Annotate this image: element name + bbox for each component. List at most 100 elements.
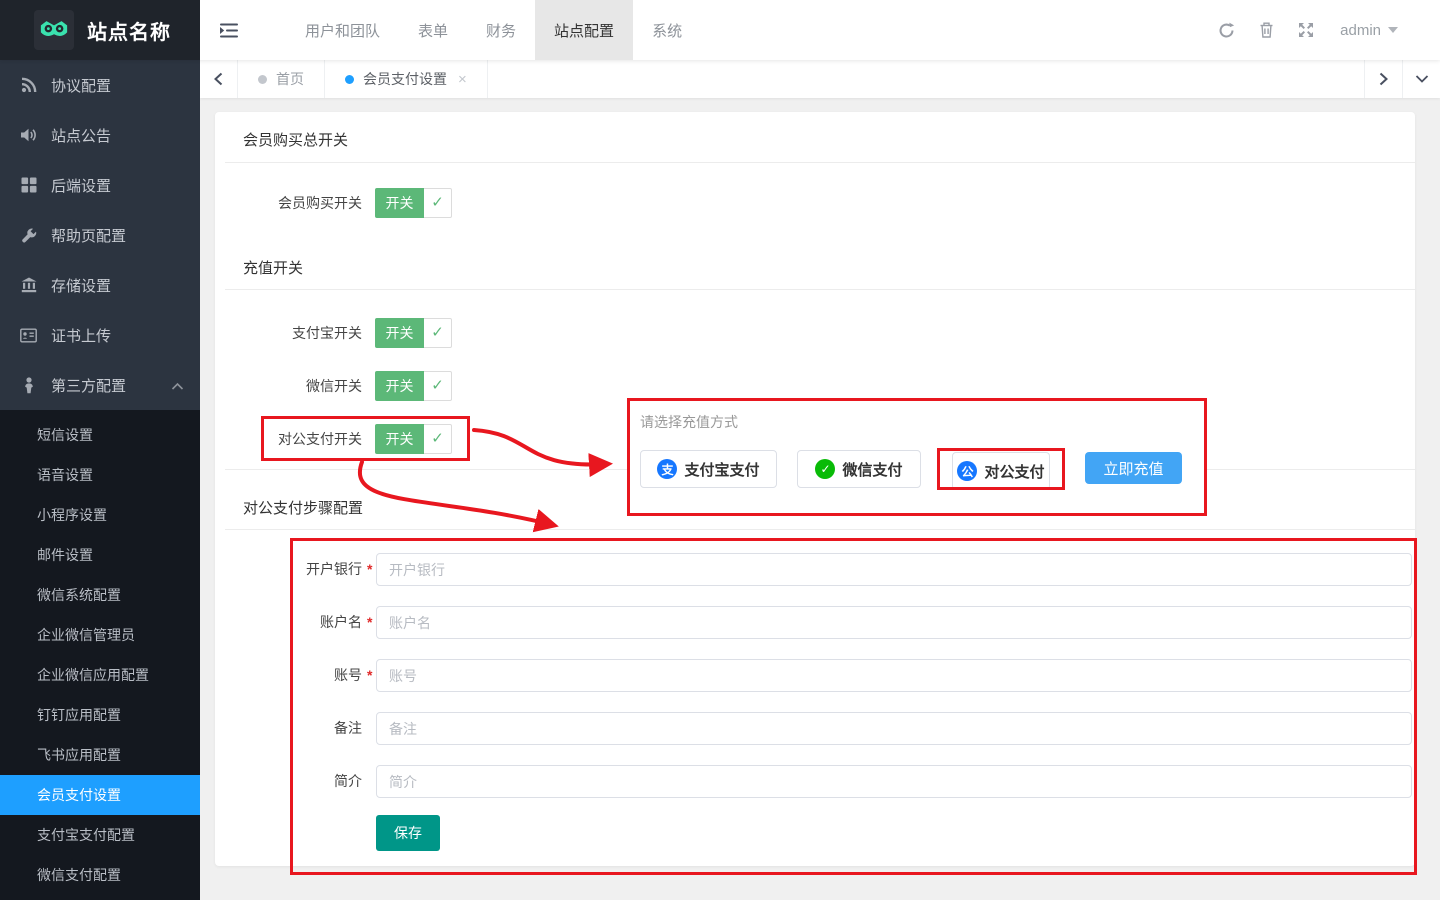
corporate-pay-icon: 公	[957, 461, 977, 481]
field-label: 简介	[215, 765, 362, 798]
sidebar-item-certificate-upload[interactable]: 证书上传	[0, 310, 200, 360]
tab-label: 首页	[276, 69, 304, 89]
submenu-item-wecom-app[interactable]: 企业微信应用配置	[0, 655, 200, 695]
sidebar-item-label: 协议配置	[51, 75, 111, 96]
user-menu[interactable]: admin	[1340, 22, 1398, 39]
submenu-item-alipay-config[interactable]: 支付宝支付配置	[0, 815, 200, 855]
sidebar: 协议配置 站点公告 后端设置 帮助页配置	[0, 60, 200, 900]
brand-title: 站点名称	[87, 16, 171, 45]
row-intro-field: 简介	[215, 765, 1415, 798]
wechat-toggle[interactable]: 开关 ✓	[375, 371, 452, 401]
refresh-icon[interactable]	[1206, 0, 1246, 60]
account-number-input[interactable]	[376, 659, 1412, 692]
sidebar-item-label: 存储设置	[51, 275, 111, 296]
switch-check-icon: ✓	[424, 318, 452, 348]
tab-dot	[258, 75, 267, 84]
switch-on-label: 开关	[375, 318, 424, 348]
person-icon	[20, 377, 37, 394]
bank-input[interactable]	[376, 553, 1412, 586]
top-bar-main: 用户和团队 表单 财务 站点配置 系统	[200, 0, 1440, 60]
submenu-item-wechat-pay-config[interactable]: 微信支付配置	[0, 855, 200, 895]
tab-home[interactable]: 首页	[238, 60, 325, 98]
tab-member-pay-settings[interactable]: 会员支付设置 ×	[325, 60, 488, 98]
switch-on-label: 开关	[375, 424, 424, 454]
recharge-panel-title: 请选择充值方式	[640, 412, 738, 432]
account-name-input[interactable]	[376, 606, 1412, 639]
nav-item-users-teams[interactable]: 用户和团队	[286, 0, 399, 60]
wechat-pay-button[interactable]: ✓ 微信支付	[797, 450, 921, 488]
row-account-number-field: 账号 *	[215, 659, 1415, 692]
submenu-item-member-pay[interactable]: 会员支付设置	[0, 775, 200, 815]
row-wechat-switch: 微信开关 开关 ✓	[215, 371, 1415, 401]
sidebar-item-help-page-config[interactable]: 帮助页配置	[0, 210, 200, 260]
sidebar-item-label: 第三方配置	[51, 375, 126, 396]
alipay-pay-button[interactable]: 支 支付宝支付	[640, 450, 777, 488]
fullscreen-icon[interactable]	[1286, 0, 1326, 60]
sidebar-item-label: 站点公告	[51, 125, 111, 146]
submenu-item-wechat-system[interactable]: 微信系统配置	[0, 575, 200, 615]
row-remark-field: 备注	[215, 712, 1415, 745]
nav-item-system[interactable]: 系统	[633, 0, 701, 60]
submenu-item-wecom-admin[interactable]: 企业微信管理员	[0, 615, 200, 655]
required-asterisk: *	[367, 553, 372, 586]
sidebar-item-storage-settings[interactable]: 存储设置	[0, 260, 200, 310]
grid-icon	[20, 177, 37, 194]
switch-on-label: 开关	[375, 188, 424, 218]
corporate-pay-button[interactable]: 公 对公支付	[952, 452, 1050, 490]
field-label: 会员购买开关	[215, 188, 362, 218]
bank-icon	[20, 277, 37, 294]
intro-input[interactable]	[376, 765, 1412, 798]
app-root: 站点名称 用户和团队 表单 财务 站点配置 系统	[0, 0, 1440, 900]
field-label: 开户银行	[215, 553, 362, 586]
submenu-item-dingtalk-app[interactable]: 钉钉应用配置	[0, 695, 200, 735]
recharge-now-button[interactable]: 立即充值	[1085, 452, 1182, 484]
close-icon[interactable]: ×	[458, 71, 467, 88]
tab-bar-spacer	[488, 60, 1364, 98]
switch-on-label: 开关	[375, 371, 424, 401]
annotation-box-form	[290, 538, 1417, 875]
row-account-name-field: 账户名 *	[215, 606, 1415, 639]
sidebar-item-backend-settings[interactable]: 后端设置	[0, 160, 200, 210]
speaker-icon	[20, 127, 37, 144]
submenu-item-miniprogram[interactable]: 小程序设置	[0, 495, 200, 535]
sidebar-item-third-party-config[interactable]: 第三方配置	[0, 360, 200, 410]
row-member-purchase-switch: 会员购买开关 开关 ✓	[215, 188, 1415, 218]
section-title-corporate-steps: 对公支付步骤配置	[243, 497, 363, 518]
corporate-pay-toggle[interactable]: 开关 ✓	[375, 424, 452, 454]
sidebar-item-protocol-config[interactable]: 协议配置	[0, 60, 200, 110]
tabs-scroll-left-icon[interactable]	[200, 60, 238, 98]
nav-item-site-config[interactable]: 站点配置	[535, 0, 633, 60]
field-label: 账户名	[215, 606, 362, 639]
pay-button-label: 微信支付	[842, 459, 902, 480]
alipay-toggle[interactable]: 开关 ✓	[375, 318, 452, 348]
wechat-pay-icon: ✓	[815, 459, 835, 479]
nav-item-forms[interactable]: 表单	[399, 0, 467, 60]
tab-bar: 首页 会员支付设置 ×	[200, 60, 1440, 98]
remark-input[interactable]	[376, 712, 1412, 745]
submenu-item-feishu-app[interactable]: 飞书应用配置	[0, 735, 200, 775]
tabs-menu-icon[interactable]	[1402, 60, 1440, 98]
menu-collapse-icon[interactable]	[200, 0, 258, 60]
switch-check-icon: ✓	[424, 424, 452, 454]
submenu-item-sms[interactable]: 短信设置	[0, 415, 200, 455]
sidebar-item-site-announcement[interactable]: 站点公告	[0, 110, 200, 160]
switch-check-icon: ✓	[424, 371, 452, 401]
section-title-member-purchase: 会员购买总开关	[243, 129, 348, 150]
field-label: 账号	[215, 659, 362, 692]
recharge-method-panel: 请选择充值方式 支 支付宝支付 ✓ 微信支付 公 对公支付 立即充值	[627, 398, 1207, 516]
trash-icon[interactable]	[1246, 0, 1286, 60]
submenu-item-voice[interactable]: 语音设置	[0, 455, 200, 495]
settings-card: 会员购买总开关 会员购买开关 开关 ✓ 充值开关 支付宝开关 开关 ✓ 微信开关	[215, 112, 1415, 866]
field-label: 支付宝开关	[215, 318, 362, 348]
divider	[225, 289, 1415, 290]
pay-button-label: 支付宝支付	[684, 459, 759, 480]
nav-item-finance[interactable]: 财务	[467, 0, 535, 60]
divider	[225, 529, 1415, 530]
tabs-scroll-right-icon[interactable]	[1364, 60, 1402, 98]
field-label: 对公支付开关	[215, 424, 362, 454]
member-purchase-toggle[interactable]: 开关 ✓	[375, 188, 452, 218]
owl-logo-icon	[34, 10, 74, 50]
save-button[interactable]: 保存	[376, 815, 440, 851]
submenu-item-mail[interactable]: 邮件设置	[0, 535, 200, 575]
brand: 站点名称	[0, 0, 200, 60]
